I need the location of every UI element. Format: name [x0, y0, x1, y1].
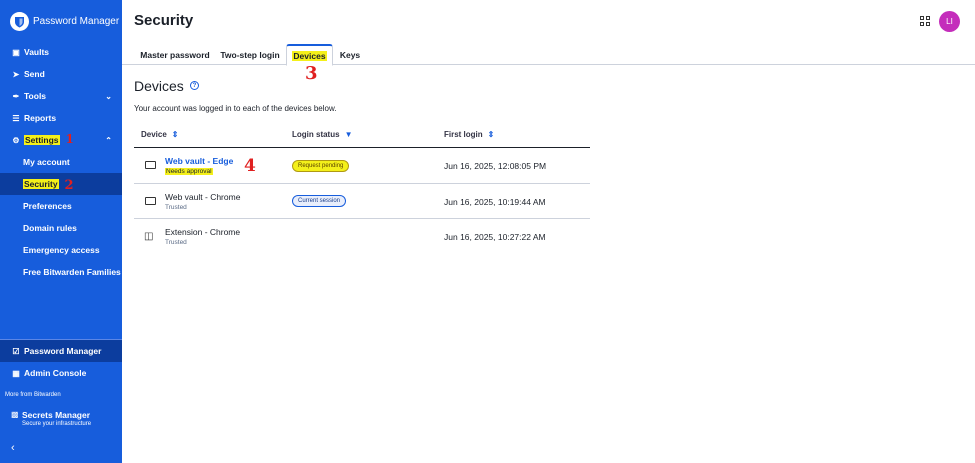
sub-free-families-label: Free Bitwarden Families: [23, 267, 121, 277]
reports-icon: ☰: [12, 113, 20, 123]
sub-emergency-access-label: Emergency access: [23, 245, 100, 255]
tab-keys[interactable]: Keys: [336, 44, 364, 65]
lock-icon: ☑: [12, 346, 20, 356]
device-name[interactable]: Web vault - Edge: [165, 156, 233, 166]
sub-security[interactable]: Security 2: [0, 173, 122, 195]
nav-settings-label: Settings: [24, 135, 60, 145]
wrench-icon: ✒: [12, 91, 20, 101]
column-login-status-label: Login status: [292, 130, 340, 139]
sub-security-label: Security: [23, 179, 59, 189]
product-admin-console-label: Admin Console: [24, 368, 87, 378]
device-name: Web vault - Chrome: [165, 192, 241, 202]
tab-devices-label: Devices: [292, 50, 327, 61]
tab-bar: Master password Two-step login Devices K…: [122, 44, 975, 66]
tab-master-password[interactable]: Master password: [136, 44, 214, 65]
row-divider: [134, 218, 590, 219]
sub-my-account-label: My account: [23, 157, 70, 167]
nav-reports-label: Reports: [24, 113, 57, 123]
tab-two-step-login[interactable]: Two-step login: [218, 44, 282, 65]
section-description: Your account was logged in to each of th…: [134, 104, 337, 113]
sidebar: Password Manager ▣ Vaults ➤ Send ✒ Tools…: [0, 0, 122, 463]
avatar[interactable]: LI: [939, 11, 960, 32]
sub-emergency-access[interactable]: Emergency access: [0, 239, 122, 261]
product-password-manager[interactable]: ☑ Password Manager: [0, 340, 122, 362]
secrets-manager-title[interactable]: Secrets Manager: [22, 410, 90, 420]
extension-icon: ◫: [144, 231, 154, 242]
browser-window-icon: [145, 197, 156, 205]
browser-window-icon: [145, 161, 156, 169]
page-title: Security: [134, 12, 194, 29]
header-divider: [134, 147, 590, 148]
device-status-sub: Needs approval: [165, 168, 213, 175]
brand[interactable]: Password Manager: [10, 12, 119, 31]
product-admin-console[interactable]: ▦ Admin Console: [0, 362, 122, 384]
collapse-sidebar-icon[interactable]: ‹: [11, 442, 15, 454]
annotation-2: 2: [64, 177, 74, 193]
nav-send-label: Send: [24, 69, 45, 79]
nav-vaults-label: Vaults: [24, 47, 50, 57]
sub-domain-rules-label: Domain rules: [23, 223, 77, 233]
sub-my-account[interactable]: My account: [0, 151, 122, 173]
first-login-date: Jun 16, 2025, 12:08:05 PM: [444, 161, 547, 171]
nav-reports[interactable]: ☰ Reports: [0, 107, 122, 129]
product-switcher-icon[interactable]: [920, 16, 930, 26]
status-badge: Request pending: [292, 160, 350, 172]
secrets-manager-icon: ▩: [11, 410, 19, 419]
send-icon: ➤: [12, 69, 20, 79]
column-device-label: Device: [141, 130, 167, 139]
status-badge: Current session: [292, 195, 347, 207]
device-status-sub: Trusted: [165, 204, 187, 211]
device-status-sub: Trusted: [165, 239, 187, 246]
sort-icon: ⇕: [171, 130, 179, 139]
column-device[interactable]: Device ⇕: [141, 130, 179, 139]
more-from-label: More from Bitwarden: [5, 392, 61, 398]
annotation-1: 1: [65, 132, 74, 146]
annotation-4: 4: [244, 156, 256, 176]
section-title: Devices: [134, 78, 184, 94]
first-login-date: Jun 16, 2025, 10:27:22 AM: [444, 232, 546, 242]
sort-down-icon: ▼: [344, 130, 353, 139]
row-divider: [134, 183, 590, 184]
secrets-manager-subtitle: Secure your infrastructure: [22, 421, 92, 427]
nav-settings[interactable]: ⚙ Settings 1 ⌃: [0, 129, 122, 151]
annotation-3: 3: [305, 63, 318, 84]
nav-vaults[interactable]: ▣ Vaults: [0, 41, 122, 63]
first-login-date: Jun 16, 2025, 10:19:44 AM: [444, 197, 546, 207]
shield-logo-icon: [10, 12, 29, 31]
device-name: Extension - Chrome: [165, 227, 241, 237]
vault-icon: ▣: [12, 47, 20, 57]
nav-tools-label: Tools: [24, 91, 47, 101]
chevron-down-icon: ⌄: [105, 91, 112, 101]
sub-preferences-label: Preferences: [23, 201, 72, 211]
sort-icon: ⇕: [487, 130, 495, 139]
nav-tools[interactable]: ✒ Tools ⌄: [0, 85, 122, 107]
sub-preferences[interactable]: Preferences: [0, 195, 122, 217]
sub-free-families[interactable]: Free Bitwarden Families: [0, 261, 122, 283]
gear-icon: ⚙: [12, 135, 20, 145]
product-password-manager-label: Password Manager: [24, 346, 102, 356]
column-first-login[interactable]: First login ⇕: [444, 130, 494, 139]
column-first-login-label: First login: [444, 130, 483, 139]
help-icon[interactable]: ?: [190, 81, 199, 90]
chevron-up-icon: ⌃: [105, 135, 112, 145]
nav-send[interactable]: ➤ Send: [0, 63, 122, 85]
sub-domain-rules[interactable]: Domain rules: [0, 217, 122, 239]
column-login-status[interactable]: Login status ▼: [292, 130, 352, 139]
brand-name: Password Manager: [33, 16, 120, 27]
building-icon: ▦: [12, 368, 20, 378]
